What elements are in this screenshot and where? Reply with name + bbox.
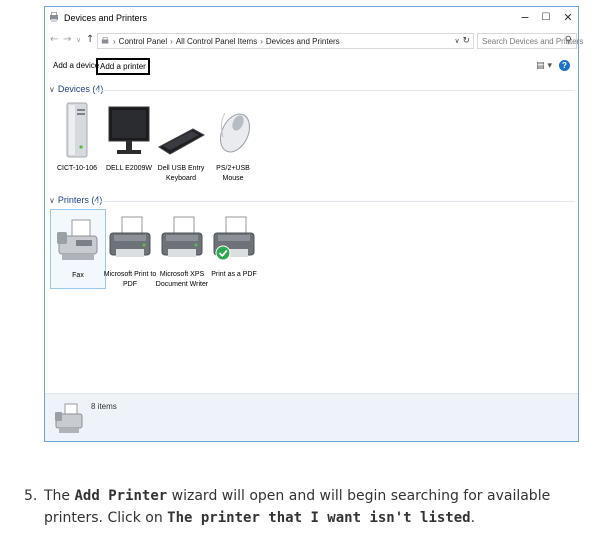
devices-printers-icon [50,12,58,22]
refresh-button[interactable]: ↻ [462,36,470,46]
address-dropdown-button[interactable]: ∨ [454,37,459,45]
section-divider [95,90,575,91]
add-device-button[interactable]: Add a device [50,58,102,73]
keyboard-icon [158,128,205,155]
search-icon[interactable]: ⚲ [565,35,572,46]
printer-item-fax[interactable]: Fax [50,209,106,289]
printer-label: Print as a PDF [211,271,257,278]
recent-locations-button[interactable]: ∨ [76,36,81,44]
device-item-mouse[interactable]: PS/2+USB Mouse [205,99,261,184]
change-view-button[interactable]: ▤ ▾ [536,61,552,71]
printer-label: Fax [72,272,84,279]
close-button[interactable]: ✕ [558,10,578,26]
devices-and-printers-window: Devices and Printers − ☐ ✕ ← → ∨ ↑ › Con… [44,6,583,442]
printer-item-ms-xps-writer[interactable]: Microsoft XPS Document Writer [154,209,210,290]
printers-header-label: Printers (4) [57,195,103,205]
breadcrumb-devices-printers[interactable]: Devices and Printers [266,37,340,46]
monitor-icon [108,106,150,154]
breadcrumb-control-panel[interactable]: Control Panel [119,37,167,46]
printer-label: Microsoft Print to [103,271,157,278]
maximize-button[interactable]: ☐ [536,10,556,26]
step-text: . [470,510,476,526]
up-button[interactable]: ↑ [86,34,94,45]
device-label: CICT-10-106 [56,165,98,172]
step-text: The [44,488,75,504]
fax-icon [57,219,98,260]
printer-item-ms-print-to-pdf[interactable]: Microsoft Print to PDF [102,209,158,290]
devices-section-header[interactable]: ∨ Devices (4) [49,84,103,94]
control-panel-icon [101,37,109,44]
search-input[interactable]: Search Devices and Printers ⚲ [477,33,583,49]
section-divider [95,201,575,202]
device-label: Dell USB Entry [157,165,205,172]
instruction-step: 5. The Add Printer wizard will open and … [24,485,594,529]
breadcrumb-all-items[interactable]: All Control Panel Items [176,37,257,46]
help-icon[interactable]: ? [559,60,570,71]
device-item-monitor[interactable]: DELL E2009W [101,99,157,174]
status-bar: 8 items [45,393,578,441]
address-bar[interactable]: › Control Panel › All Control Panel Item… [97,33,474,49]
device-label: PS/2+USB Mouse [216,165,250,182]
printer-not-listed-option: The printer that I want isn't listed [167,510,471,526]
collapse-chevron-icon[interactable]: ∨ [49,85,55,94]
breadcrumb-separator: › [113,37,116,46]
collapse-chevron-icon[interactable]: ∨ [49,196,55,205]
fax-icon [55,403,83,433]
address-row: ← → ∨ ↑ › Control Panel › All Control Pa… [45,32,583,52]
add-printer-button[interactable]: Add a printer [96,58,150,75]
breadcrumb-separator: › [170,37,173,46]
item-count: 8 items [91,402,117,411]
printer-icon [161,216,203,257]
command-bar: Add a device Add a printer ▤ ▾ ? [45,55,578,77]
step-body: The Add Printer wizard will open and wil… [44,485,594,529]
default-printer-icon [213,216,255,261]
computer-tower-icon [66,102,88,158]
device-label-line2: Keyboard [166,175,196,182]
forward-button[interactable]: → [63,34,71,45]
mouse-icon [219,112,251,153]
device-item-keyboard[interactable]: Dell USB Entry Keyboard [153,99,209,184]
minimize-button[interactable]: − [515,10,535,26]
add-printer-wizard-name: Add Printer [74,488,168,504]
printer-label-line2: PDF [123,281,137,288]
devices-header-label: Devices (4) [57,84,104,94]
printer-icon [109,216,151,257]
back-button[interactable]: ← [50,34,58,45]
device-label: DELL E2009W [105,165,153,172]
step-number: 5. [24,488,38,504]
breadcrumb-separator: › [260,37,263,46]
printers-section-header[interactable]: ∨ Printers (4) [49,195,102,205]
window-title: Devices and Printers [64,13,148,23]
printer-item-print-as-pdf[interactable]: Print as a PDF [206,209,262,280]
device-item-computer[interactable]: CICT-10-106 [49,99,105,174]
title-bar: Devices and Printers − ☐ ✕ [45,7,578,29]
printer-label: Microsoft XPS [159,271,205,278]
printer-label-line2: Document Writer [155,281,209,288]
